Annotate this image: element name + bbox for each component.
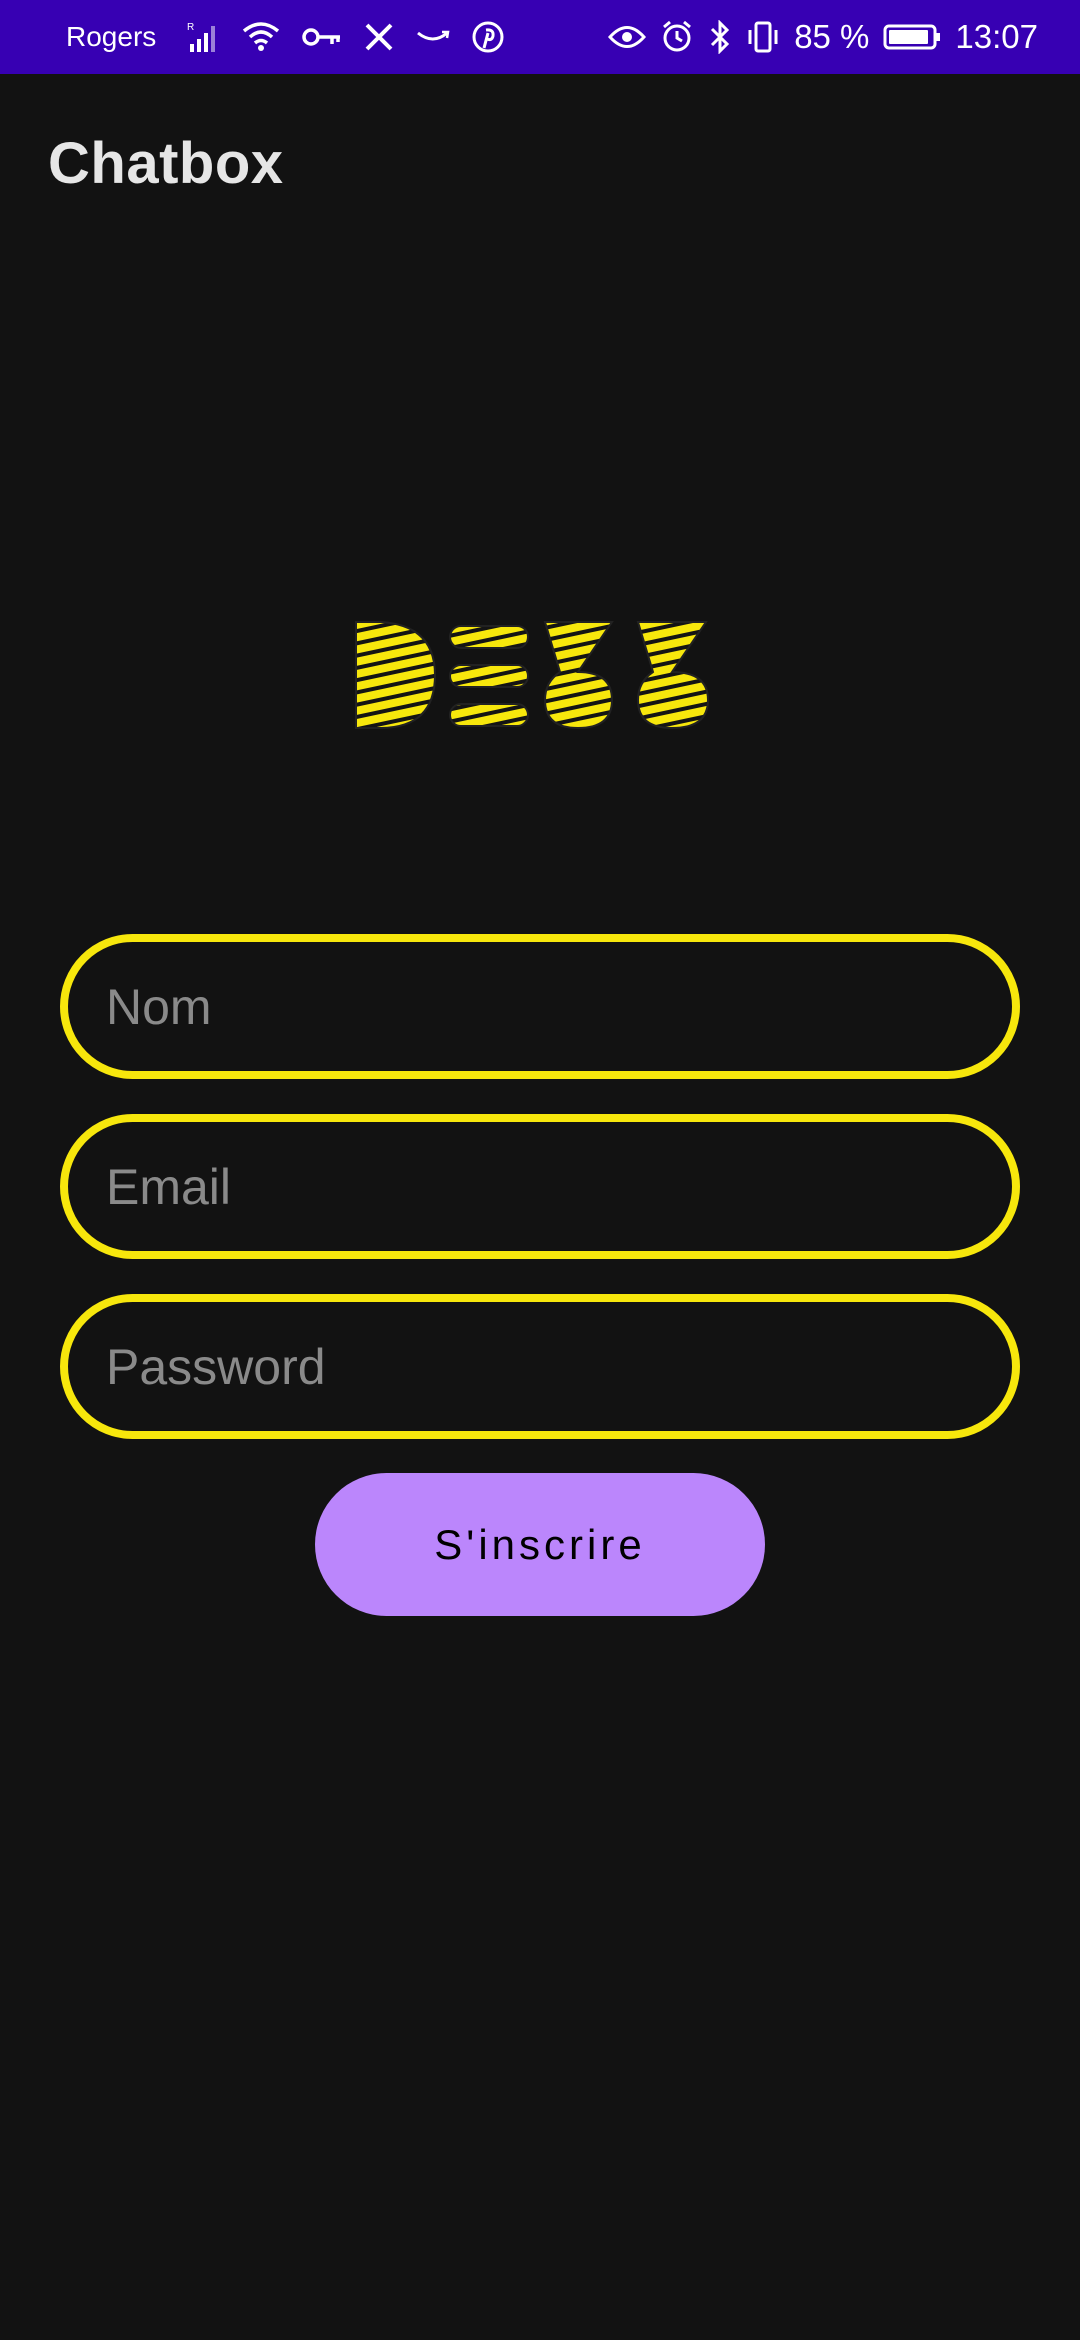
carrier-name: Rogers	[66, 21, 157, 52]
status-bar: Rogers R 85 % 13:07	[0, 0, 1080, 74]
app-notification-icon	[364, 22, 394, 52]
password-input[interactable]	[68, 1302, 1012, 1431]
email-field[interactable]	[60, 1114, 1020, 1259]
name-field[interactable]	[60, 934, 1020, 1079]
eye-icon	[608, 24, 647, 50]
app-bar: Chatbox	[0, 74, 1080, 250]
signup-button[interactable]: S'inscrire	[315, 1473, 765, 1616]
app-logo	[350, 610, 740, 740]
bluetooth-icon	[708, 20, 732, 54]
name-input[interactable]	[68, 942, 1012, 1071]
vibrate-icon	[746, 20, 780, 54]
signal-icon: R	[186, 20, 220, 54]
pinterest-icon	[472, 21, 504, 53]
vpn-key-icon	[302, 26, 342, 48]
alarm-icon	[660, 20, 694, 54]
wifi-icon	[242, 21, 280, 53]
status-time: 13:07	[955, 18, 1038, 55]
amazon-icon	[416, 27, 450, 47]
app-title: Chatbox	[48, 131, 284, 196]
password-field[interactable]	[60, 1294, 1020, 1439]
battery-percentage: 85 %	[794, 18, 870, 55]
battery-icon	[883, 23, 941, 51]
email-input[interactable]	[68, 1122, 1012, 1251]
svg-text:R: R	[187, 22, 194, 33]
